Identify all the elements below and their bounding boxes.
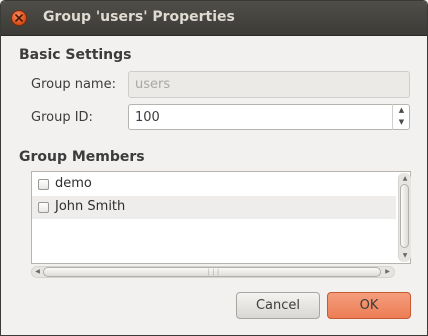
cancel-button[interactable]: Cancel [236, 292, 320, 319]
group-name-field: users [128, 71, 410, 98]
horizontal-scrollbar[interactable]: ◀ ┆┆┆ ▶ [31, 266, 395, 278]
list-item[interactable]: demo [32, 173, 396, 196]
scroll-left-arrow-icon[interactable]: ◀ [33, 267, 42, 277]
vertical-scroll-thumb[interactable] [400, 184, 409, 248]
group-name-label: Group name: [31, 77, 116, 92]
member-label: demo [55, 176, 92, 191]
group-id-spinbox[interactable]: 100 [128, 104, 410, 130]
member-checkbox[interactable] [38, 202, 49, 213]
horizontal-scroll-thumb[interactable]: ┆┆┆ [43, 267, 381, 277]
titlebar[interactable]: Group 'users' Properties [1, 1, 427, 36]
close-button[interactable] [11, 10, 27, 26]
basic-settings-heading: Basic Settings [19, 47, 132, 63]
scroll-up-arrow-icon[interactable]: ▲ [400, 174, 410, 183]
list-item[interactable]: John Smith [32, 196, 396, 219]
group-id-stepper: ▲ ▼ [392, 104, 410, 130]
decrement-arrow-icon[interactable]: ▼ [393, 116, 410, 128]
members-list: demo John Smith ▲ ▼ [31, 171, 411, 264]
group-id-label: Group ID: [31, 110, 93, 125]
scroll-down-arrow-icon[interactable]: ▼ [400, 251, 410, 260]
increment-arrow-icon[interactable]: ▲ [393, 104, 410, 116]
grip-icon: ┆┆┆ [207, 269, 221, 276]
vertical-scrollbar[interactable]: ▲ ▼ [398, 173, 411, 262]
group-members-heading: Group Members [19, 149, 145, 165]
scroll-right-arrow-icon[interactable]: ▶ [383, 267, 392, 277]
close-icon [15, 14, 23, 22]
dialog-window: Group 'users' Properties Basic Settings … [0, 0, 428, 336]
ok-button[interactable]: OK [327, 292, 411, 319]
member-checkbox[interactable] [38, 179, 49, 190]
window-title: Group 'users' Properties [43, 9, 235, 25]
member-label: John Smith [55, 199, 126, 214]
